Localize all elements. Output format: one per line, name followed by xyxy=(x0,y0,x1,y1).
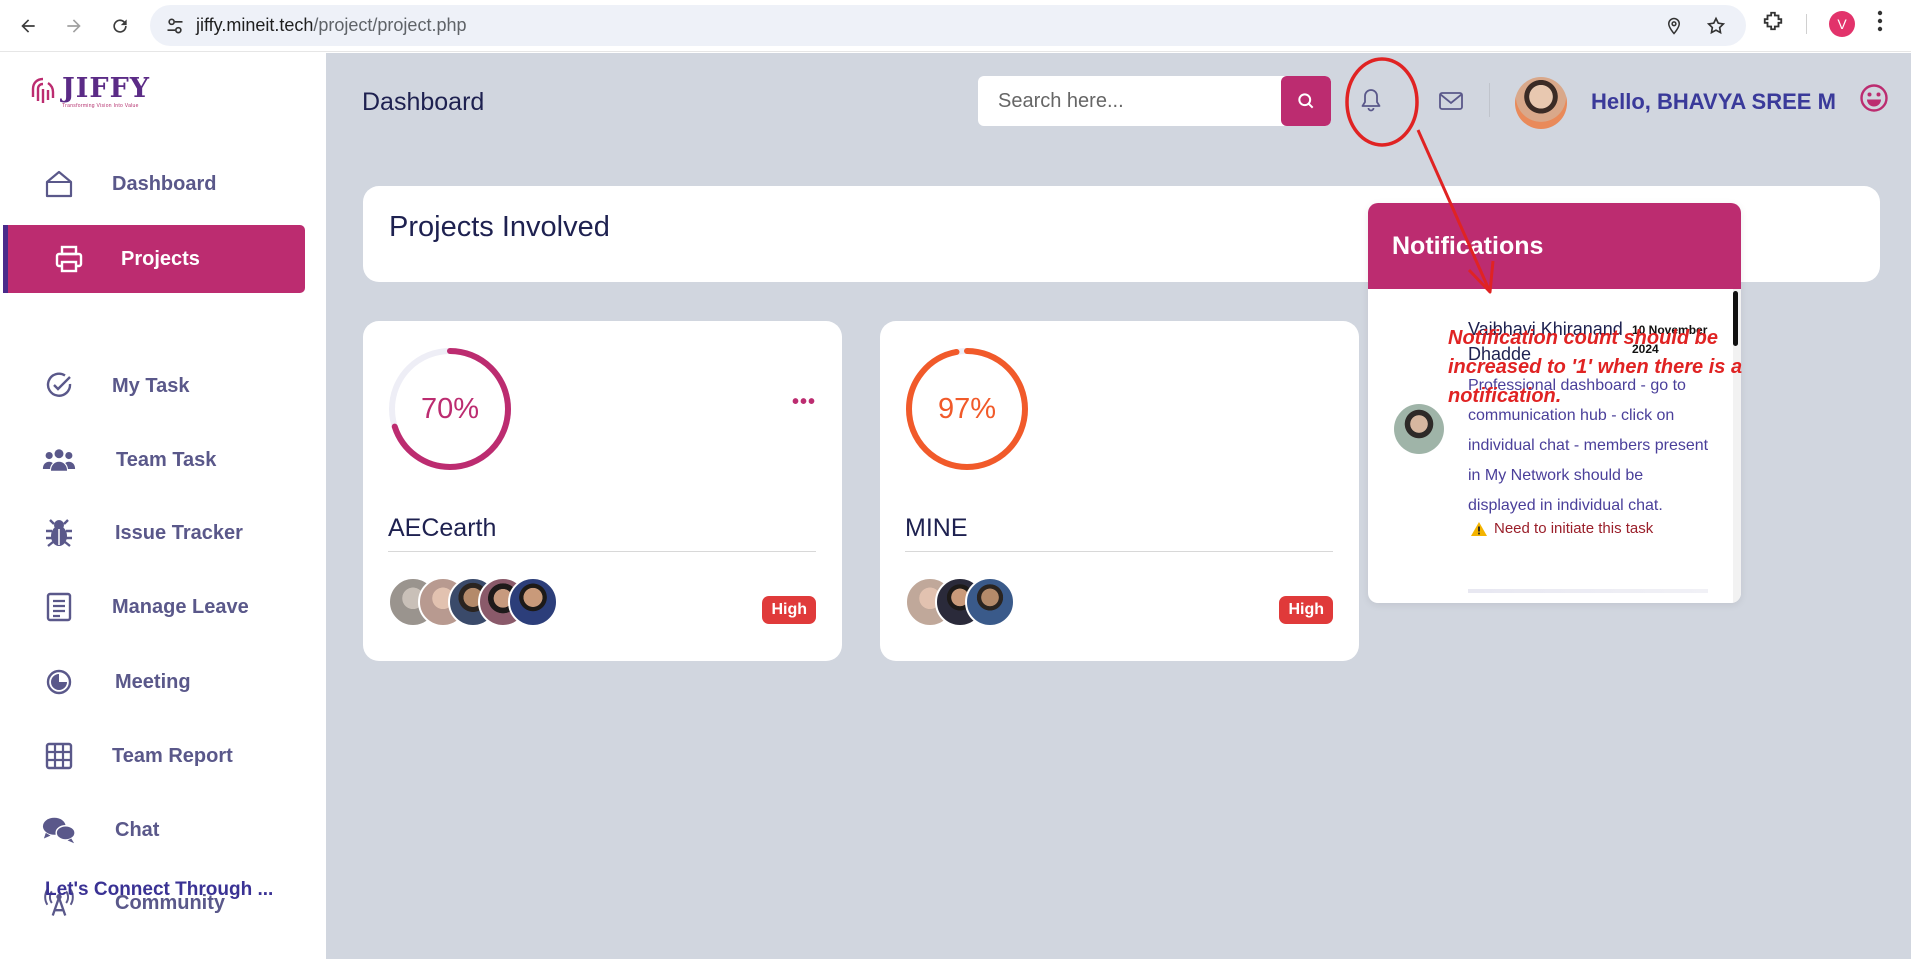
member-avatar[interactable] xyxy=(508,577,558,627)
check-circle-icon xyxy=(42,369,76,403)
document-icon xyxy=(42,590,76,624)
notifications-title: Notifications xyxy=(1368,203,1741,289)
chat-icon xyxy=(42,813,76,847)
bug-icon xyxy=(42,516,76,550)
sidebar-item-label: Team Report xyxy=(112,744,233,767)
logo-title: JIFFY xyxy=(62,73,151,104)
site-settings-icon[interactable] xyxy=(164,15,186,37)
progress-percent: 70% xyxy=(420,392,480,425)
sidebar-item-issue-tracker[interactable]: Issue Tracker xyxy=(0,499,305,567)
project-card[interactable]: 97% MINE High xyxy=(880,321,1359,661)
divider xyxy=(905,551,1333,552)
sidebar-item-my-task[interactable]: My Task xyxy=(0,352,305,420)
home-icon xyxy=(42,167,76,201)
sidebar: JIFFY Transforming Vision Into Value Das… xyxy=(0,53,326,959)
project-card[interactable]: 70% ••• AECearth High xyxy=(363,321,842,661)
address-bar[interactable]: jiffy.mineit.tech/project/project.php xyxy=(150,5,1746,46)
sidebar-item-label: Dashboard xyxy=(112,172,217,195)
sidebar-item-label: Chat xyxy=(115,818,160,841)
extensions-icon[interactable] xyxy=(1762,10,1784,37)
annotation-note: Notification count should be increased t… xyxy=(1448,327,1743,407)
member-avatars xyxy=(905,577,1015,627)
logo-tagline: Transforming Vision Into Value xyxy=(62,103,139,109)
toolbar-divider xyxy=(1806,13,1807,34)
search-icon xyxy=(1298,93,1314,109)
search-box xyxy=(978,76,1331,126)
fingerprint-logo-icon xyxy=(31,77,55,103)
header-divider xyxy=(1489,83,1490,117)
user-greeting: Hello, BHAVYA SREE M xyxy=(1591,89,1836,114)
messages-button[interactable] xyxy=(1436,87,1466,115)
sidebar-item-team-report[interactable]: Team Report xyxy=(0,722,305,790)
priority-badge: High xyxy=(1279,596,1333,624)
more-options-icon[interactable]: ••• xyxy=(792,391,816,414)
browser-toolbar: jiffy.mineit.tech/project/project.php V xyxy=(0,0,1911,52)
bell-icon xyxy=(1361,89,1381,112)
menu-kebab-icon[interactable] xyxy=(1877,10,1883,37)
member-avatar[interactable] xyxy=(965,577,1015,627)
sidebar-item-label: Projects xyxy=(121,247,200,270)
location-icon[interactable] xyxy=(1662,14,1686,38)
project-name: MINE xyxy=(905,514,968,542)
reload-icon xyxy=(113,18,127,33)
notification-bell-button[interactable] xyxy=(1356,85,1386,115)
section-title: Projects Involved xyxy=(389,211,610,243)
sidebar-item-chat[interactable]: Chat xyxy=(0,796,305,864)
search-input[interactable] xyxy=(978,76,1278,126)
pie-icon xyxy=(42,665,76,699)
arrow-left-icon xyxy=(21,18,35,33)
printer-icon xyxy=(52,242,86,276)
sidebar-item-label: My Task xyxy=(112,374,190,397)
project-name: AECearth xyxy=(388,514,497,542)
sidebar-item-projects[interactable]: Projects xyxy=(3,225,305,293)
sidebar-item-label: Team Task xyxy=(116,448,217,471)
sidebar-item-label: Meeting xyxy=(115,670,191,693)
search-button[interactable] xyxy=(1281,76,1331,126)
back-button[interactable] xyxy=(8,6,48,46)
profile-avatar[interactable]: V xyxy=(1829,10,1855,37)
sidebar-item-label: Manage Leave xyxy=(112,595,249,618)
page-title: Dashboard xyxy=(362,88,485,116)
mail-icon xyxy=(1439,92,1463,110)
reload-button[interactable] xyxy=(100,6,140,46)
next-notification-preview xyxy=(1468,589,1708,593)
sidebar-item-meeting[interactable]: Meeting xyxy=(0,648,305,716)
sidebar-item-manage-leave[interactable]: Manage Leave xyxy=(0,573,305,641)
arrow-right-icon xyxy=(67,18,81,33)
member-avatars xyxy=(388,577,558,627)
smiley-icon xyxy=(1860,84,1888,112)
main-content: Dashboard Hello, BHAVYA SREE M Projects … xyxy=(326,53,1911,959)
sidebar-item-team-task[interactable]: Team Task xyxy=(0,426,305,494)
notification-status: Need to initiate this task xyxy=(1470,520,1653,537)
sidebar-item-label: Issue Tracker xyxy=(115,521,243,544)
grid-icon xyxy=(42,739,76,773)
sidebar-item-dashboard[interactable]: Dashboard xyxy=(0,150,305,218)
app-logo[interactable]: JIFFY Transforming Vision Into Value xyxy=(28,75,150,109)
lets-connect-link[interactable]: Let's Connect Through ... xyxy=(45,879,273,901)
priority-badge: High xyxy=(762,596,816,624)
user-avatar[interactable] xyxy=(1515,77,1567,129)
users-icon xyxy=(42,443,76,477)
warning-icon xyxy=(1471,521,1487,536)
status-text: Need to initiate this task xyxy=(1494,520,1654,537)
forward-button[interactable] xyxy=(54,6,94,46)
url-text: jiffy.mineit.tech/project/project.php xyxy=(196,15,467,35)
sender-avatar xyxy=(1394,404,1444,454)
progress-percent: 97% xyxy=(937,392,997,425)
divider xyxy=(388,551,816,552)
bookmark-star-icon[interactable] xyxy=(1704,14,1728,38)
